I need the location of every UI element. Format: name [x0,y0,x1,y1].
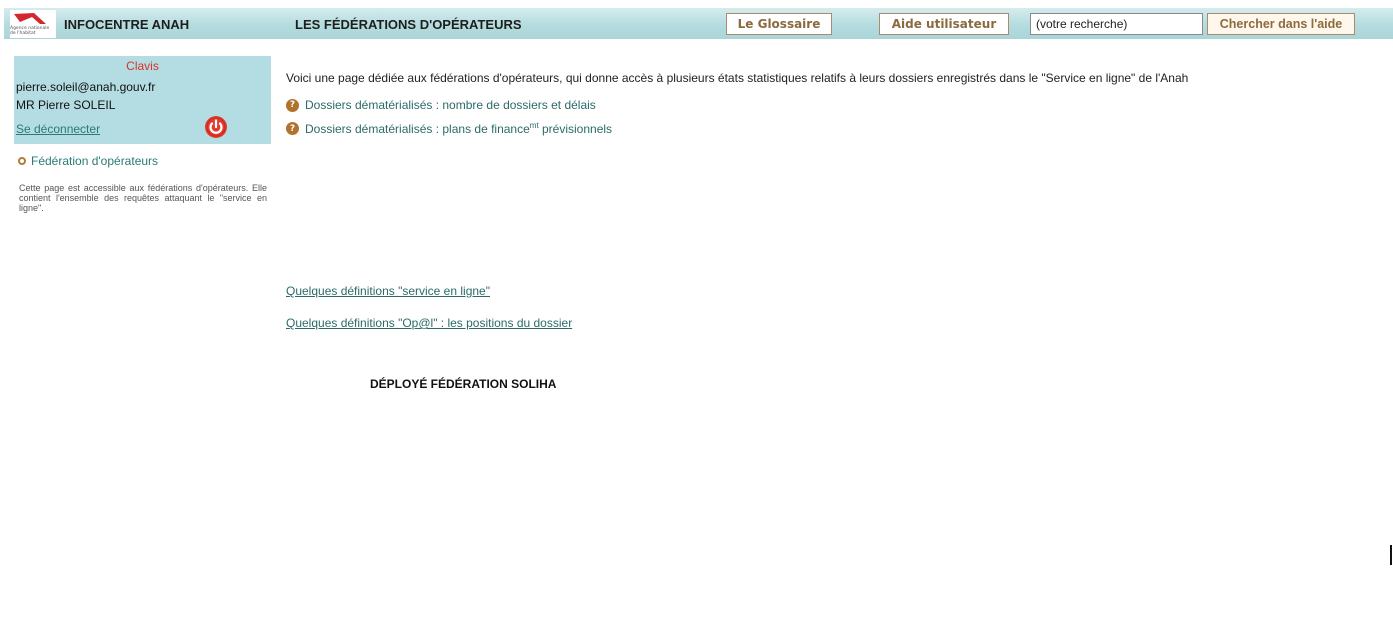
sidebar-item-label: Fédération d'opérateurs [31,154,159,168]
user-panel: Clavis pierre.soleil@anah.gouv.fr MR Pie… [14,56,271,144]
help-question-icon: ? [286,98,299,112]
user-help-button[interactable]: Aide utilisateur [879,13,1009,35]
help-question-icon: ? [286,122,299,135]
sidebar-item-federation[interactable]: Fédération d'opérateurs [18,154,158,168]
search-help-button[interactable]: Chercher dans l'aide [1207,13,1355,35]
anah-logo: Agence nationale de l'habitat [10,10,56,38]
glossary-button[interactable]: Le Glossaire [726,13,832,35]
definitions-online-service-link[interactable]: Quelques définitions "service en ligne" [286,284,490,298]
text-cursor [1390,545,1392,565]
sidebar-description: Cette page est accessible aux fédération… [19,183,267,213]
app-title: INFOCENTRE ANAH [64,17,190,32]
definitions-opal-link[interactable]: Quelques définitions "Op@l" : les positi… [286,316,572,330]
report-link-label: Dossiers dématérialisés : plans de finan… [305,121,613,136]
logout-link[interactable]: Se déconnecter [16,122,100,136]
page-title: LES FÉDÉRATIONS D'OPÉRATEURS [295,17,522,32]
deployment-label: DÉPLOYÉ FÉDÉRATION SOLIHA [370,377,557,391]
report-link-financing[interactable]: ? Dossiers dématérialisés : plans de fin… [286,121,612,136]
user-fullname: MR Pierre SOLEIL [16,98,116,112]
intro-text: Voici une page dédiée aux fédérations d'… [286,71,1189,85]
help-search-input[interactable] [1030,13,1203,35]
user-email: pierre.soleil@anah.gouv.fr [16,80,156,94]
power-icon[interactable] [204,115,228,139]
header-bar: Agence nationale de l'habitat INFOCENTRE… [4,8,1393,39]
report-link-delays[interactable]: ? Dossiers dématérialisés : nombre de do… [286,98,596,112]
bullet-icon [18,157,26,165]
report-link-label: Dossiers dématérialisés : nombre de doss… [305,98,596,112]
app-name-label: Clavis [126,59,159,73]
logo-text: Agence nationale de l'habitat [10,26,50,36]
